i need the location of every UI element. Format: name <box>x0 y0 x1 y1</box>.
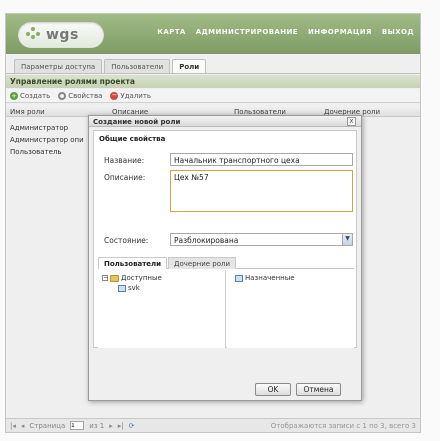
tree-available[interactable]: − Доступные <box>102 274 162 282</box>
tree-user-label: svk <box>128 284 140 292</box>
general-properties: Общие свойства Название: Начальник транс… <box>93 130 357 348</box>
name-label: Название: <box>104 156 145 165</box>
tree-assigned-label: Назначенные <box>245 274 295 282</box>
folder-icon <box>110 274 119 282</box>
name-field[interactable]: Начальник транспортного цеха <box>170 153 353 166</box>
cancel-button[interactable]: Отмена <box>296 383 341 396</box>
section-title: Общие свойства <box>99 135 166 143</box>
tree-user-svk[interactable]: svk <box>118 284 140 292</box>
dialog-subtabs: Пользователи Дочерние роли <box>98 257 354 269</box>
ok-button[interactable]: OK <box>255 383 291 396</box>
tree-assigned[interactable]: Назначенные <box>235 274 295 282</box>
description-field[interactable]: Цех №57 <box>170 170 353 212</box>
chevron-down-icon[interactable]: ▼ <box>342 234 352 245</box>
tree-available-label: Доступные <box>121 274 162 282</box>
close-icon[interactable]: x <box>347 117 356 126</box>
available-pane: − Доступные svk <box>98 270 226 348</box>
user-node-icon <box>118 284 126 292</box>
state-value: Разблокирована <box>174 236 239 245</box>
assigned-node-icon <box>235 274 243 282</box>
description-label: Описание: <box>104 173 146 182</box>
assigned-pane: Назначенные <box>227 270 354 348</box>
subtab-users[interactable]: Пользователи <box>98 257 168 269</box>
collapse-icon[interactable]: − <box>102 275 108 281</box>
state-select[interactable]: Разблокирована ▼ <box>170 233 353 246</box>
state-label: Состояние: <box>104 236 149 245</box>
dialog-title: Создание новой роли <box>89 116 361 127</box>
create-role-dialog: Создание новой роли x Общие свойства Наз… <box>88 115 362 401</box>
subtab-child-roles[interactable]: Дочерние роли <box>168 257 237 269</box>
